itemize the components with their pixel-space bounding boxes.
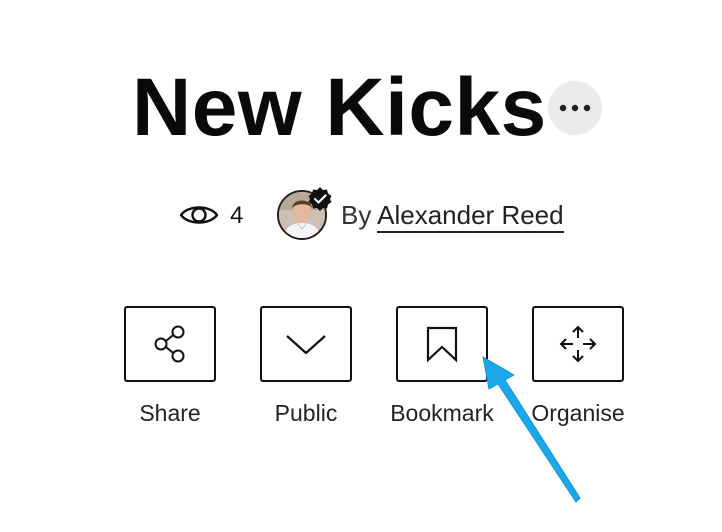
bookmark-button[interactable] bbox=[396, 306, 488, 382]
share-icon bbox=[154, 325, 185, 363]
bookmark-label: Bookmark bbox=[390, 400, 494, 426]
organise-button[interactable] bbox=[532, 306, 624, 382]
views-count: 4 bbox=[230, 202, 244, 229]
public-label: Public bbox=[274, 400, 338, 426]
chevron-down-icon bbox=[286, 335, 326, 355]
share-label: Share bbox=[139, 400, 201, 426]
verified-badge-icon bbox=[308, 187, 332, 211]
page-title: New Kicks bbox=[132, 62, 547, 153]
move-icon bbox=[559, 325, 597, 363]
bookmark-action: Bookmark bbox=[377, 306, 507, 427]
author-name-link[interactable]: Alexander Reed bbox=[377, 200, 564, 233]
public-action: Public bbox=[241, 306, 371, 427]
more-horizontal-icon bbox=[559, 104, 591, 112]
organise-label: Organise bbox=[531, 400, 625, 426]
post-meta: 4 By Alexander Reed bbox=[0, 186, 722, 244]
organise-action: Organise bbox=[513, 306, 643, 427]
share-button[interactable] bbox=[124, 306, 216, 382]
eye-icon bbox=[179, 206, 219, 224]
by-prefix: By bbox=[341, 200, 372, 230]
more-options-button[interactable] bbox=[548, 81, 602, 135]
public-dropdown-button[interactable] bbox=[260, 306, 352, 382]
share-action: Share bbox=[105, 306, 235, 427]
author-byline: By Alexander Reed bbox=[341, 200, 564, 233]
bookmark-icon bbox=[426, 326, 458, 363]
